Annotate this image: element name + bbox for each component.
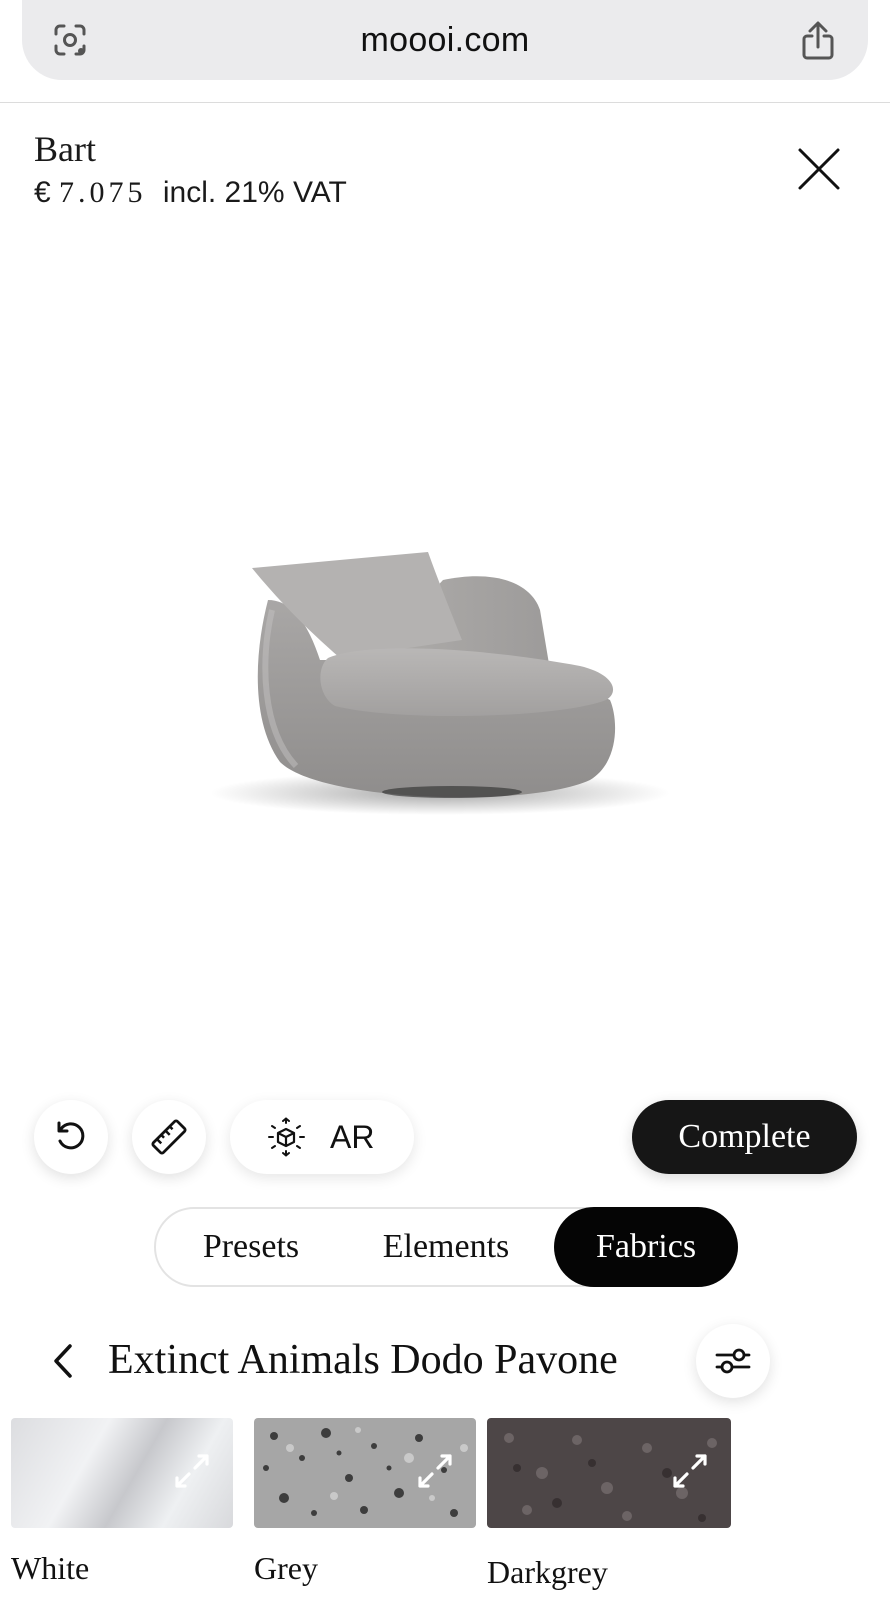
price-currency: € [34,176,51,209]
sliders-icon [715,1348,751,1374]
swatch-name: Darkgrey [487,1554,608,1590]
tab-presets[interactable]: Presets [156,1207,346,1287]
swatch-image[interactable] [11,1418,233,1528]
url-text[interactable]: moooi.com [361,21,530,60]
swatch-grey[interactable]: Grey [254,1418,476,1587]
expand-icon[interactable] [171,1450,213,1492]
ar-cube-icon [268,1117,305,1157]
swatch-white[interactable]: White [11,1418,233,1587]
chevron-left-icon[interactable] [44,1338,84,1384]
complete-button[interactable]: Complete [632,1100,857,1174]
expand-icon[interactable] [669,1450,711,1492]
swatch-name: White [11,1550,90,1586]
product-price: € 7.075 incl. 21% VAT [34,176,347,210]
undo-icon [57,1121,85,1150]
product-name: Bart [34,129,96,169]
price-amount: 7.075 [59,176,147,209]
expand-icon[interactable] [414,1450,456,1492]
ar-button[interactable]: AR [230,1100,414,1174]
configurator-tabs: Presets Elements Fabrics [154,1207,738,1287]
price-note: incl. 21% VAT [162,176,347,209]
tab-fabrics[interactable]: Fabrics [554,1207,738,1287]
swatch-name: Grey [254,1550,318,1586]
product-render[interactable] [200,540,700,850]
header-divider [0,102,890,103]
swatch-image[interactable] [487,1418,731,1528]
measure-button[interactable] [132,1100,206,1174]
filter-button[interactable] [696,1324,770,1398]
ar-label: AR [330,1118,375,1155]
address-bar[interactable]: moooi.com [22,0,868,80]
collection-name: Extinct Animals Dodo Pavone [108,1337,618,1383]
undo-button[interactable] [34,1100,108,1174]
tab-elements[interactable]: Elements [346,1207,546,1287]
share-icon[interactable] [798,20,838,62]
swatch-darkgrey[interactable]: Darkgrey [487,1418,731,1591]
ruler-icon [151,1119,187,1155]
fabric-collection-header: Extinct Animals Dodo Pavone [0,1320,890,1402]
swatch-image[interactable] [254,1418,476,1528]
camera-lens-icon[interactable] [50,20,90,60]
close-icon[interactable] [792,142,846,196]
